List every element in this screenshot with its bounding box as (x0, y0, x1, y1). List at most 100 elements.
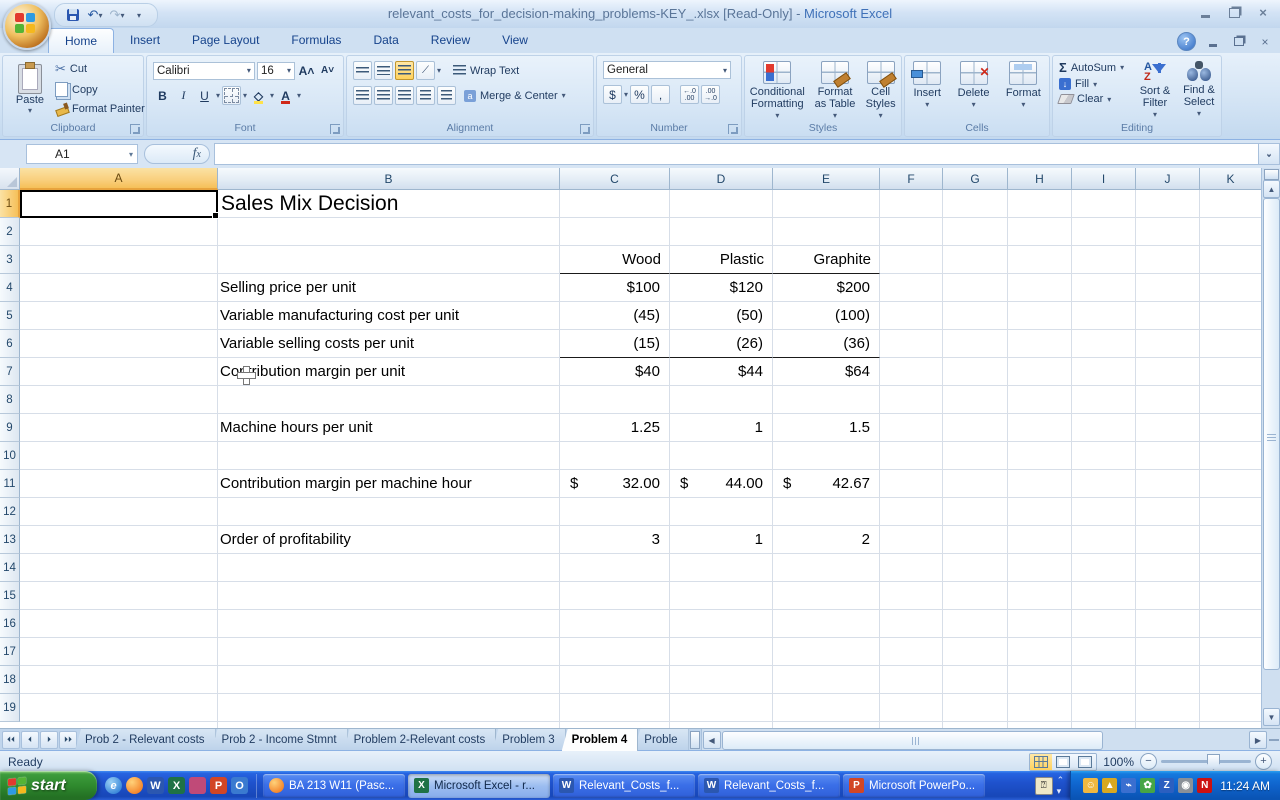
cell[interactable] (1136, 302, 1200, 330)
cell[interactable] (1136, 638, 1200, 666)
cell[interactable] (880, 498, 943, 526)
workbook-close-button[interactable]: × (1256, 35, 1274, 49)
sheet-tab-problem-2-relevant-costs[interactable]: Problem 2-Relevant costs (344, 729, 497, 751)
sheet-tab-prob-2-relevant-costs[interactable]: Prob 2 - Relevant costs (75, 729, 216, 751)
cell-D5[interactable]: (50) (670, 302, 773, 330)
cell[interactable] (20, 470, 218, 498)
cell[interactable] (943, 330, 1008, 358)
horizontal-scrollbar[interactable]: ◀ ▶ (701, 729, 1280, 751)
cell[interactable] (880, 694, 943, 722)
language-bar-button[interactable]: ⍰ (1035, 777, 1053, 795)
outlook-icon[interactable]: O (231, 777, 248, 794)
cell[interactable] (1136, 274, 1200, 302)
cell[interactable] (880, 582, 943, 610)
row-header-3[interactable]: 3 (0, 246, 20, 274)
cell[interactable] (560, 218, 670, 246)
cell-D6[interactable]: (26) (670, 330, 773, 358)
cell[interactable] (1008, 274, 1072, 302)
cell[interactable] (1008, 218, 1072, 246)
cell[interactable] (560, 442, 670, 470)
scroll-right-button[interactable]: ▶ (1249, 731, 1267, 749)
cell[interactable] (880, 386, 943, 414)
column-header-I[interactable]: I (1072, 168, 1136, 190)
cell[interactable] (1136, 582, 1200, 610)
cell[interactable] (880, 526, 943, 554)
cell[interactable] (670, 638, 773, 666)
cell[interactable] (1200, 330, 1262, 358)
merge-center-button[interactable]: aMerge & Center▾ (464, 90, 566, 102)
number-format-combo[interactable]: General▾ (603, 61, 731, 79)
cell[interactable] (1200, 190, 1262, 218)
cell[interactable] (1072, 218, 1136, 246)
row-header-10[interactable]: 10 (0, 442, 20, 470)
cell[interactable] (880, 246, 943, 274)
cell[interactable] (1200, 246, 1262, 274)
clipboard-dialog-launcher[interactable] (130, 124, 140, 134)
taskbar-button-document[interactable]: WRelevant_Costs_f... (553, 774, 695, 798)
cell[interactable] (20, 526, 218, 554)
cell[interactable] (1072, 554, 1136, 582)
cell[interactable] (1136, 190, 1200, 218)
grow-font-button[interactable]: A˄ (297, 61, 316, 80)
cell[interactable] (1136, 610, 1200, 638)
cell[interactable] (1200, 638, 1262, 666)
cell[interactable] (1136, 694, 1200, 722)
cell[interactable] (20, 358, 218, 386)
normal-view-button[interactable] (1030, 754, 1052, 770)
cell[interactable] (943, 386, 1008, 414)
help-button[interactable]: ? (1177, 32, 1196, 51)
cell-E13[interactable]: 2 (773, 526, 880, 554)
excel-icon[interactable]: X (168, 777, 185, 794)
ribbon-tab-page-layout[interactable]: Page Layout (176, 28, 275, 52)
cell[interactable] (1072, 330, 1136, 358)
clear-button[interactable]: Clear▾ (1059, 93, 1124, 105)
cell[interactable] (880, 274, 943, 302)
align-middle-button[interactable] (374, 61, 393, 80)
row-header-19[interactable]: 19 (0, 694, 20, 722)
format-cells-button[interactable]: Format▾ (1006, 58, 1041, 122)
cell[interactable] (880, 358, 943, 386)
format-painter-button[interactable]: Format Painter (55, 102, 145, 115)
zoom-track[interactable] (1161, 760, 1251, 763)
sheet-tab-prob-2-income-stmnt[interactable]: Prob 2 - Income Stmnt (212, 729, 348, 751)
cell[interactable] (20, 638, 218, 666)
sheet-tab-problem-3[interactable]: Problem 3 (492, 729, 565, 751)
cell[interactable] (943, 470, 1008, 498)
cell[interactable] (218, 610, 560, 638)
cell[interactable] (1200, 302, 1262, 330)
cell[interactable] (943, 638, 1008, 666)
cell[interactable] (880, 330, 943, 358)
cell[interactable] (773, 694, 880, 722)
format-as-table-button[interactable]: Format as Table▾ (811, 58, 859, 122)
restore-button[interactable] (1223, 5, 1245, 20)
bold-button[interactable]: B (153, 86, 172, 105)
column-header-C[interactable]: C (560, 168, 670, 190)
cell[interactable] (1008, 442, 1072, 470)
ribbon-tab-home[interactable]: Home (48, 28, 114, 53)
cell[interactable] (943, 190, 1008, 218)
row-header-5[interactable]: 5 (0, 302, 20, 330)
cell[interactable] (880, 554, 943, 582)
cell[interactable] (773, 498, 880, 526)
sheet-tab-proble[interactable]: Proble (634, 729, 688, 751)
cell[interactable] (880, 302, 943, 330)
cell[interactable] (20, 610, 218, 638)
delete-cells-button[interactable]: Delete▾ (958, 58, 990, 122)
cell-E5[interactable]: (100) (773, 302, 880, 330)
ribbon-tab-formulas[interactable]: Formulas (275, 28, 357, 52)
cell[interactable] (943, 666, 1008, 694)
cell[interactable] (218, 554, 560, 582)
cell[interactable] (20, 246, 218, 274)
cell[interactable] (670, 442, 773, 470)
cell-C4[interactable]: $100 (560, 274, 670, 302)
autosum-button[interactable]: ΣAutoSum▾ (1059, 60, 1124, 75)
cell[interactable] (560, 638, 670, 666)
cell[interactable] (943, 526, 1008, 554)
cell-E9[interactable]: 1.5 (773, 414, 880, 442)
copy-button[interactable]: Copy (55, 82, 145, 97)
column-header-H[interactable]: H (1008, 168, 1072, 190)
cell[interactable] (1136, 330, 1200, 358)
decrease-indent-button[interactable] (416, 86, 435, 105)
column-header-A[interactable]: A (20, 168, 218, 190)
next-sheet-button[interactable]: ⏵ (40, 731, 58, 749)
